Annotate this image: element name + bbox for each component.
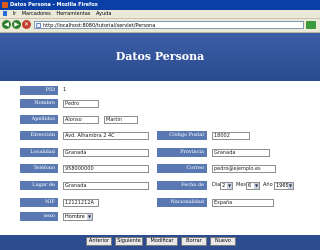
- window-title: Datos Persona - Mozilla Firefox: [10, 2, 98, 8]
- pid-value: 1: [63, 87, 67, 93]
- address-bar[interactable]: http://localhost:8080/tutorial/servlet/P…: [34, 21, 304, 29]
- lugar-nacimiento-field[interactable]: Granada: [63, 182, 149, 190]
- anio-value: 1965: [276, 183, 289, 189]
- siguiente-button[interactable]: Siguiente: [115, 237, 143, 246]
- action-bar: Anterior Siguiente Modificar Borrar Nuev…: [0, 235, 320, 250]
- window-titlebar: Datos Persona - Mozilla Firefox: [0, 0, 320, 10]
- stop-icon[interactable]: ✕: [22, 20, 31, 29]
- anio-label: Año: [263, 182, 273, 188]
- pid-label: PID: [20, 86, 58, 95]
- direccion-field[interactable]: Avd. Alhambra 2 4C: [63, 132, 149, 140]
- menu-ayuda[interactable]: Ayuda: [96, 11, 111, 17]
- nacionalidad-label: Nacionalidad: [157, 198, 207, 207]
- correo-field[interactable]: pedro@ejemplo.es: [212, 165, 276, 173]
- correo-label: Correo Electrónico: [157, 164, 207, 180]
- menu-bar: Ir Marcadores Herramientas Ayuda: [0, 10, 320, 19]
- chevron-down-icon: ▼: [227, 183, 232, 189]
- localidad-field[interactable]: Granada: [63, 149, 149, 157]
- menu-herramientas[interactable]: Herramientas: [56, 11, 90, 17]
- chevron-down-icon: ▼: [87, 214, 92, 220]
- sexo-value: Hombre: [65, 214, 85, 220]
- nombre-field[interactable]: Pedro: [63, 100, 99, 108]
- telefono-field[interactable]: 958000000: [63, 165, 149, 173]
- fecha-nacimiento-label: Fecha de Nacimiento: [157, 181, 207, 197]
- provincia-label: Provincia: [157, 148, 207, 157]
- menu-bar-icon: [3, 11, 7, 16]
- nacionalidad-field[interactable]: España: [212, 199, 274, 207]
- dia-value: 2: [222, 183, 226, 189]
- borrar-button[interactable]: Borrar: [181, 237, 207, 246]
- firefox-icon: [2, 2, 8, 8]
- address-url: http://localhost:8080/tutorial/servlet/P…: [43, 23, 156, 29]
- nuevo-button[interactable]: Nuevo: [210, 237, 236, 246]
- chevron-down-icon: ▼: [254, 183, 259, 189]
- codigo-postal-label: Código Postal: [157, 131, 207, 140]
- sexo-label: sexo: [20, 212, 58, 221]
- menu-marcadores[interactable]: Marcadores: [22, 11, 51, 17]
- dia-select[interactable]: 2 ▼: [220, 182, 233, 190]
- nombre-label: Nombre: [20, 99, 58, 108]
- nif-field[interactable]: 12121212A: [63, 199, 99, 207]
- menu-ir[interactable]: Ir: [13, 11, 17, 17]
- mes-label: Mes: [236, 182, 246, 188]
- telefono-label: Teléfono: [20, 164, 58, 173]
- sexo-select[interactable]: Hombre ▼: [63, 213, 93, 221]
- back-arrow-icon[interactable]: ◀: [2, 20, 11, 29]
- apellido2-field[interactable]: Martín: [104, 116, 138, 124]
- chevron-down-icon: ▼: [288, 183, 293, 189]
- anio-select[interactable]: 1965 ▼: [274, 182, 294, 190]
- direccion-label: Dirección: [20, 131, 58, 140]
- nif-label: NIF: [20, 198, 58, 207]
- apellido1-field[interactable]: Alonso: [63, 116, 99, 124]
- navigation-toolbar: ◀ ▶ ✕ http://localhost:8080/tutorial/ser…: [0, 19, 320, 33]
- apellidos-label: Apellidos: [20, 115, 58, 124]
- localidad-label: Localidad: [20, 148, 58, 157]
- page-title: Datos Persona: [115, 50, 205, 63]
- forward-arrow-icon[interactable]: ▶: [12, 20, 21, 29]
- page-icon: [36, 23, 41, 28]
- lugar-nacimiento-label: Lugar de Nacimiento: [20, 181, 58, 197]
- go-button[interactable]: [306, 21, 316, 29]
- codigo-postal-field[interactable]: 18002: [212, 132, 250, 140]
- provincia-field[interactable]: Granada: [212, 149, 270, 157]
- mes-value: 6: [248, 183, 252, 189]
- form-area: PID 1 Nombre Pedro Apellidos Alonso Mart…: [0, 81, 320, 235]
- anterior-button[interactable]: Anterior: [86, 237, 112, 246]
- mes-select[interactable]: 6 ▼: [246, 182, 260, 190]
- page-banner: Datos Persona: [0, 33, 320, 81]
- modificar-button[interactable]: Modificar: [146, 237, 178, 246]
